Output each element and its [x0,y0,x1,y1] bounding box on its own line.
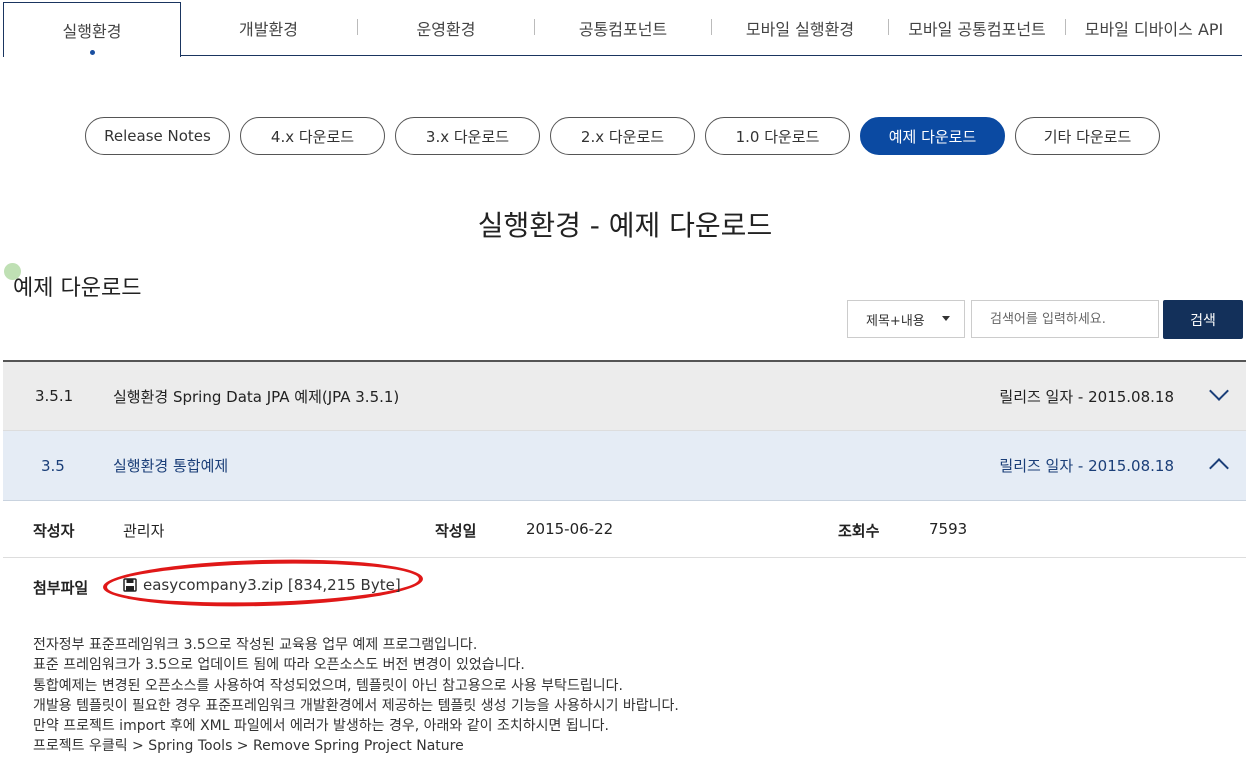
search-type-select[interactable]: 제목+내용 [847,300,965,338]
description-line: 만약 프로젝트 import 후에 XML 파일에서 에러가 발생하는 경우, … [33,718,609,735]
tab-dev[interactable]: 개발환경 [180,0,357,56]
release-date: 릴리즈 일자 - 2015.08.18 [999,457,1174,475]
version-number: 3.5 [41,456,65,475]
caret-down-icon [942,316,950,321]
chevron-up-icon[interactable] [1209,458,1229,478]
pill-other-download[interactable]: 기타 다운로드 [1015,117,1160,155]
tab-label: 모바일 공통컴포넌트 [908,20,1046,39]
author-value: 관리자 [123,522,165,540]
attachment-filename: easycompany3.zip [834,215 Byte] [143,576,401,594]
pill-example-download[interactable]: 예제 다운로드 [860,117,1005,155]
tab-mobile-runtime[interactable]: 모바일 실행환경 [712,0,888,56]
pill-2x-download[interactable]: 2.x 다운로드 [550,117,695,155]
version-number: 3.5.1 [35,387,74,405]
attachment-file-link[interactable]: easycompany3.zip [834,215 Byte] [123,576,401,594]
tab-mobile-common[interactable]: 모바일 공통컴포넌트 [889,0,1065,56]
item-title: 실행환경 Spring Data JPA 예제(JPA 3.5.1) [113,387,400,406]
search-button[interactable]: 검색 [1163,300,1243,339]
attachment-row: 첨부파일 easycompany3.zip [834,215 Byte] [3,555,1246,616]
tab-runtime[interactable]: 실행환경 [3,2,181,57]
description-line: 전자정부 표준프레임워크 3.5으로 작성된 교육용 업무 예제 프로그램입니다… [33,637,478,653]
section-title: 예제 다운로드 [13,276,142,301]
description-line: 개발용 템플릿이 필요한 경우 표준프레임워크 개발환경에서 제공하는 템플릿 … [33,697,679,714]
list-item-expanded[interactable]: 3.5 실행환경 통합예제 릴리즈 일자 - 2015.08.18 [3,431,1246,501]
pill-release-notes[interactable]: Release Notes [85,117,230,155]
description-line: 통합예제는 변경된 오픈소스를 사용하여 작성되었으며, 템플릿이 아닌 참고용… [33,677,623,694]
description-line: 표준 프레임워크가 3.5으로 업데이트 됨에 따라 오픈소스도 버전 변경이 … [33,657,525,674]
floppy-disk-icon [123,578,137,592]
tab-label: 공통컴포넌트 [578,20,668,39]
tab-label: 모바일 디바이스 API [1084,20,1224,39]
select-value: 제목+내용 [866,313,925,329]
author-label: 작성자 [33,522,75,540]
tab-common[interactable]: 공통컴포넌트 [535,0,711,56]
tab-ops[interactable]: 운영환경 [358,0,534,56]
pill-1-0-download[interactable]: 1.0 다운로드 [705,117,850,155]
page-title: 실행환경 - 예제 다운로드 [477,209,773,242]
item-title: 실행환경 통합예제 [113,457,229,475]
chevron-down-icon[interactable] [1209,381,1229,401]
search-input[interactable] [971,300,1159,338]
attachment-label: 첨부파일 [33,579,89,597]
views-value: 7593 [929,520,968,538]
tab-mobile-device-api[interactable]: 모바일 디바이스 API [1066,0,1242,56]
tab-label: 개발환경 [239,20,298,39]
tab-label: 실행환경 [62,22,122,41]
active-dot-icon [90,50,95,55]
list-item[interactable]: 3.5.1 실행환경 Spring Data JPA 예제(JPA 3.5.1)… [3,362,1246,431]
date-label: 작성일 [435,522,477,540]
top-tab-bar: 실행환경 개발환경 운영환경 공통컴포넌트 모바일 실행환경 모바일 공통컴포넌… [0,0,1250,57]
date-value: 2015-06-22 [526,520,614,538]
tab-label: 운영환경 [416,20,476,39]
views-label: 조회수 [838,522,880,540]
description-line: 프로젝트 우클릭 > Spring Tools > Remove Spring … [33,738,464,755]
release-date: 릴리즈 일자 - 2015.08.18 [999,387,1174,406]
pill-3x-download[interactable]: 3.x 다운로드 [395,117,540,155]
post-meta: 작성자 관리자 작성일 2015-06-22 조회수 7593 [3,501,1246,558]
pill-4x-download[interactable]: 4.x 다운로드 [240,117,385,155]
tab-label: 모바일 실행환경 [745,20,855,39]
post-description: 전자정부 표준프레임워크 3.5으로 작성된 교육용 업무 예제 프로그램입니다… [33,635,679,757]
